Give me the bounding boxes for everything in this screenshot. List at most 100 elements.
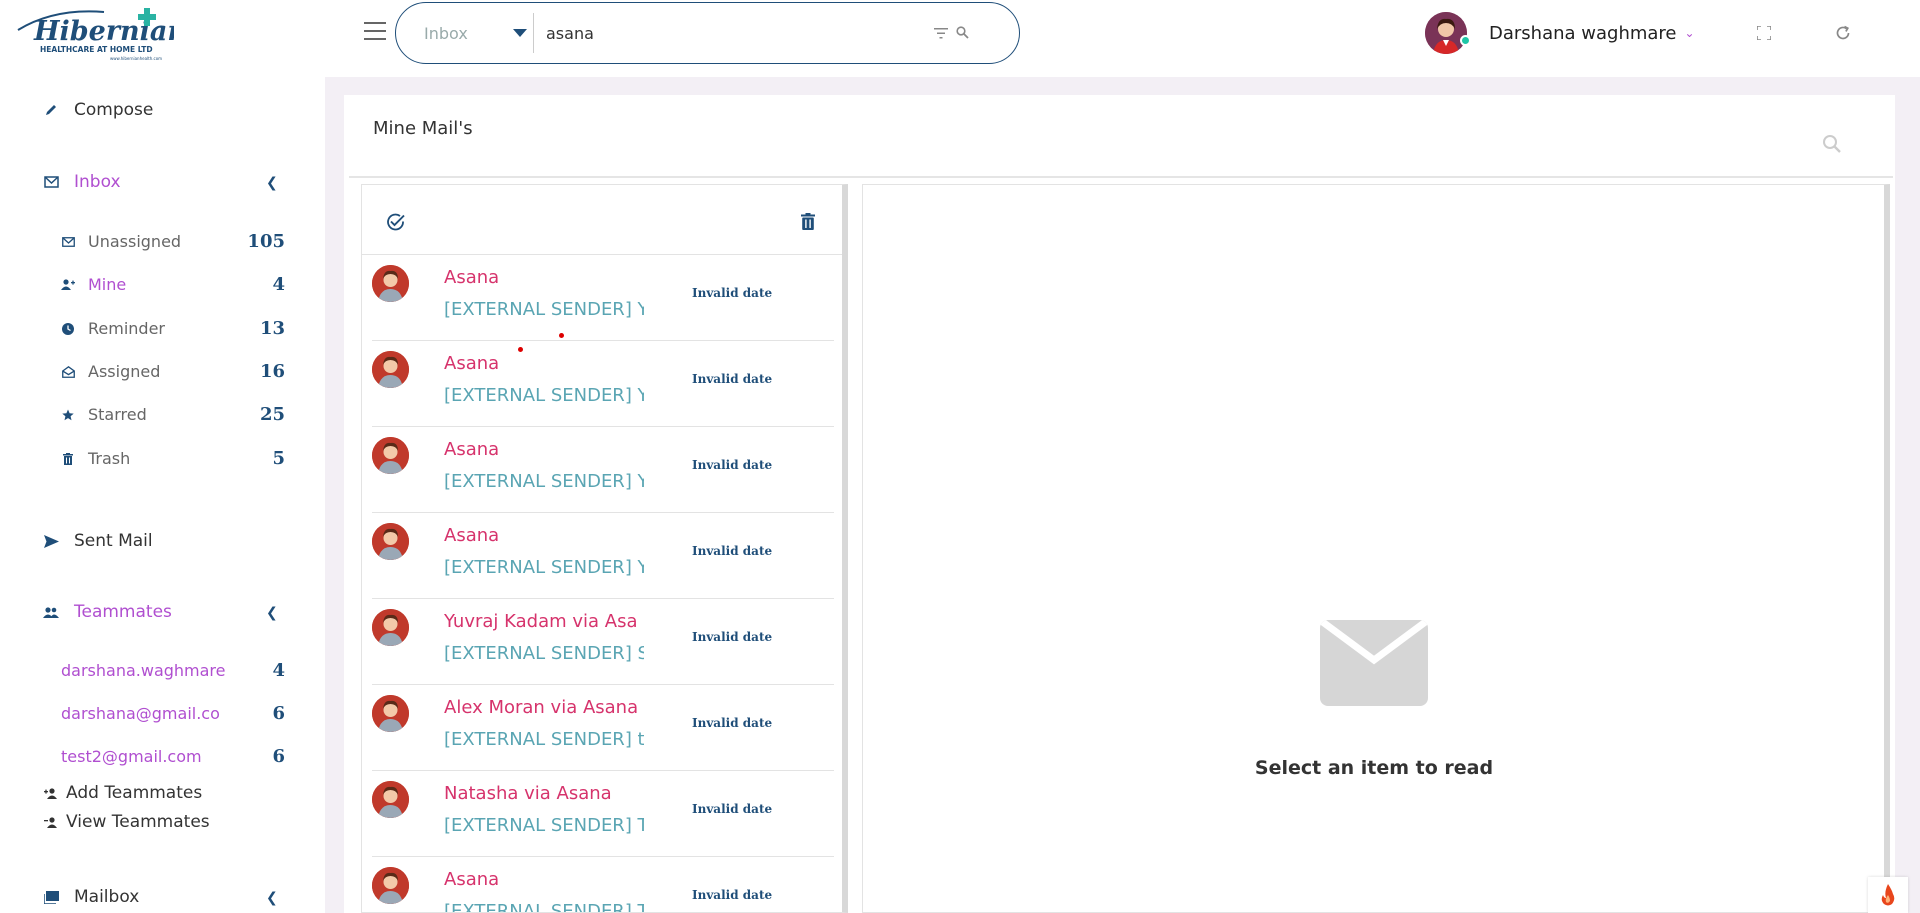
sidebar-item-unassigned[interactable]: Unassigned 105 <box>60 231 285 252</box>
pencil-icon <box>40 103 62 117</box>
sidebar-item-inbox[interactable]: Inbox <box>40 172 121 192</box>
chevron-down-icon: ⌄ <box>1684 26 1695 40</box>
avatar <box>1425 12 1467 54</box>
mail-sender: Asana <box>444 267 500 288</box>
mail-date: Invalid date <box>692 630 773 644</box>
inbox-label: Inbox <box>74 172 121 192</box>
mail-subject: [EXTERNAL SENDER] Te <box>444 815 644 836</box>
user-name: Darshana waghmare <box>1489 22 1677 44</box>
sidebar-item-label: Trash <box>88 449 131 468</box>
refresh-icon[interactable] <box>1832 22 1854 44</box>
logo-graphic: Hibernian HEALTHCARE AT HOME LTD www.hib… <box>17 8 187 61</box>
sidebar-item-starred[interactable]: Starred 25 <box>60 404 285 425</box>
sent-mail-label: Sent Mail <box>74 531 153 551</box>
sidebar-item-label: Assigned <box>88 362 161 381</box>
mail-date: Invalid date <box>692 458 773 472</box>
brand-logo[interactable]: Hibernian HEALTHCARE AT HOME LTD www.hib… <box>14 6 187 62</box>
folder-select[interactable]: Inbox <box>396 13 534 53</box>
hamburger-icon-bar <box>364 30 386 32</box>
page-title: Mine Mail's <box>373 118 473 139</box>
add-teammates-link[interactable]: Add Teammates <box>44 783 202 803</box>
envelope-icon <box>40 176 62 188</box>
teammate-item[interactable]: test2@gmail.com 6 <box>61 746 285 767</box>
mail-date: Invalid date <box>692 286 773 300</box>
view-teammates-label: View Teammates <box>66 812 210 832</box>
hamburger-icon-bar <box>364 38 386 40</box>
avatar <box>372 351 409 388</box>
count-badge: 16 <box>259 361 285 382</box>
sidebar-item-trash[interactable]: Trash 5 <box>60 448 285 469</box>
teammate-label: darshana@gmail.co <box>61 704 220 723</box>
mail-subject: [EXTERNAL SENDER] Yo <box>444 557 644 578</box>
search-icon[interactable] <box>956 24 969 43</box>
caret-down-icon <box>513 29 527 37</box>
chevron-left-icon[interactable]: ❮ <box>266 175 278 191</box>
filter-icon[interactable] <box>934 24 948 43</box>
add-teammates-label: Add Teammates <box>66 783 203 803</box>
mail-date: Invalid date <box>692 802 773 816</box>
mail-list-toolbar <box>362 185 842 255</box>
mail-list-item[interactable]: Natasha via Asana [EXTERNAL SENDER] Te Inv… <box>372 771 834 857</box>
sidebar-item-teammates[interactable]: Teammates <box>40 602 172 622</box>
avatar <box>372 867 409 904</box>
count-badge: 13 <box>259 318 285 339</box>
sidebar-item-label: Reminder <box>88 319 165 338</box>
mail-date: Invalid date <box>692 544 773 558</box>
sidebar-item-sent-mail[interactable]: Sent Mail <box>40 531 153 551</box>
mail-list-item[interactable]: Asana [EXTERNAL SENDER] Yo Invalid date <box>372 341 834 427</box>
mail-list-item[interactable]: Asana [EXTERNAL SENDER] Yo Invalid date <box>372 513 834 599</box>
sidebar-item-assigned[interactable]: Assigned 16 <box>60 361 285 382</box>
sidebar-item-reminder[interactable]: Reminder 13 <box>60 318 285 339</box>
count-badge: 5 <box>272 448 285 469</box>
teammate-item[interactable]: darshana.waghmare 4 <box>61 660 285 681</box>
count-badge: 25 <box>259 404 285 425</box>
svg-text:www.hibernianhealth.com: www.hibernianhealth.com <box>110 56 162 61</box>
mail-subject: [EXTERNAL SENDER] Yo <box>444 471 644 492</box>
sidebar-item-label: Starred <box>88 405 147 424</box>
search-bar: Inbox <box>395 2 1020 64</box>
sidebar-item-label: Unassigned <box>88 232 182 251</box>
mail-subject: [EXTERNAL SENDER] Sh <box>444 643 644 664</box>
menu-toggle-button[interactable] <box>364 22 386 40</box>
mail-sender: Natasha via Asana <box>444 783 612 804</box>
mail-sender: Asana <box>444 525 500 546</box>
sidebar-item-label: Mine <box>88 275 127 294</box>
teammates-label: Teammates <box>74 602 172 622</box>
mailbox-icon <box>40 890 62 904</box>
select-all-icon[interactable] <box>386 213 406 235</box>
chevron-left-icon[interactable]: ❮ <box>266 605 278 621</box>
fullscreen-icon[interactable] <box>1753 22 1775 44</box>
online-status-dot <box>1460 35 1471 46</box>
count-badge: 105 <box>247 231 285 252</box>
avatar <box>372 437 409 474</box>
chevron-left-icon[interactable]: ❮ <box>266 890 278 906</box>
star-icon <box>60 409 76 421</box>
mail-subject: [EXTERNAL SENDER] Yo <box>444 299 644 320</box>
sidebar-item-mailbox[interactable]: Mailbox <box>40 887 139 907</box>
envelope-open-icon <box>60 365 76 378</box>
delete-button[interactable] <box>801 213 815 234</box>
empty-state-text: Select an item to read <box>1254 757 1494 779</box>
flame-icon[interactable] <box>1868 877 1908 913</box>
mail-list-item[interactable]: Asana [EXTERNAL SENDER] Yo Invalid date <box>372 255 834 341</box>
search-input[interactable] <box>534 23 934 43</box>
mail-list-item[interactable]: Alex Moran via Asana [EXTERNAL SENDER] te… <box>372 685 834 771</box>
count-badge: 6 <box>272 746 285 767</box>
mail-list-item[interactable]: Asana [EXTERNAL SENDER] Yo Invalid date <box>372 427 834 513</box>
mail-list-item[interactable]: Yuvraj Kadam via Asa [EXTERNAL SENDER] Sh… <box>372 599 834 685</box>
trash-icon <box>60 452 76 465</box>
sidebar-item-mine[interactable]: Mine 4 <box>60 274 285 295</box>
compose-button[interactable]: Compose <box>40 100 153 120</box>
avatar <box>372 781 409 818</box>
mail-date: Invalid date <box>692 372 773 386</box>
hamburger-icon <box>364 22 386 24</box>
user-menu[interactable]: Darshana waghmare ⌄ <box>1425 12 1695 54</box>
teammate-item[interactable]: darshana@gmail.co 6 <box>61 703 285 724</box>
avatar <box>372 609 409 646</box>
reading-pane <box>862 184 1890 913</box>
mail-date: Invalid date <box>692 888 773 902</box>
mail-list-item[interactable]: Asana [EXTERNAL SENDER] Th Invalid date <box>372 857 834 912</box>
teammate-label: test2@gmail.com <box>61 747 202 766</box>
view-teammates-link[interactable]: View Teammates <box>44 812 210 832</box>
search-icon[interactable] <box>1822 134 1842 158</box>
